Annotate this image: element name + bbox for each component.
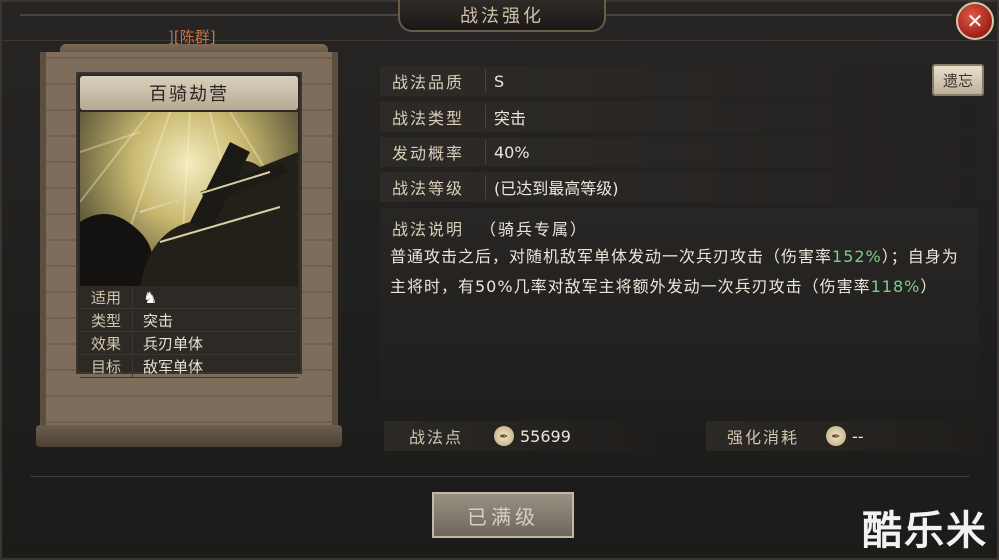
description-part3: ） xyxy=(920,277,938,296)
upgrade-cost-value: -- xyxy=(852,426,864,446)
type-row: 战法类型 突击 xyxy=(380,102,978,132)
prop-value: ♞ xyxy=(133,288,157,307)
skill-properties: 适用 ♞ 类型 突击 效果 兵刃单体 目标 敌军单体 xyxy=(80,286,298,378)
skill-card-art xyxy=(80,112,298,286)
prop-key: 目标 xyxy=(80,355,133,377)
description-header: 战法说明 （骑兵专属） xyxy=(392,216,588,240)
description-text: 普通攻击之后，对随机敌军单体发动一次兵刃攻击（伤害率152%）；自身为主将时，有… xyxy=(390,242,970,302)
description-part1: 普通攻击之后，对随机敌军单体发动一次兵刃攻击（伤害率 xyxy=(390,247,833,266)
close-icon: ✕ xyxy=(966,9,984,33)
skill-points-label: 战法点 xyxy=(408,428,463,447)
max-level-button[interactable]: 已满级 xyxy=(432,492,574,538)
rate-row: 发动概率 40% xyxy=(380,137,978,167)
rate-value: 40% xyxy=(494,142,530,162)
footer-divider xyxy=(30,476,970,477)
prop-row-type: 类型 突击 xyxy=(80,309,298,332)
damage-rate-1: 152% xyxy=(832,247,882,266)
coin-icon: ✒ xyxy=(826,426,846,446)
quality-value: S xyxy=(494,71,505,91)
prop-value: 兵刃单体 xyxy=(143,334,204,353)
upgrade-cost-box: 强化消耗 ✒ -- xyxy=(706,421,982,451)
title-ornament-right xyxy=(602,14,952,16)
prop-key: 类型 xyxy=(80,309,133,331)
damage-rate-2: 118% xyxy=(870,277,921,296)
type-label: 战法类型 xyxy=(380,105,486,129)
skill-points-value: 55699 xyxy=(520,426,571,446)
dialog-title: 战法强化 xyxy=(398,0,606,32)
upgrade-cost-label: 强化消耗 xyxy=(726,428,799,447)
prop-value: 突击 xyxy=(143,311,174,330)
general-name-tag: ][陈群] xyxy=(168,26,216,47)
description-panel: 战法说明 （骑兵专属） 普通攻击之后，对随机敌军单体发动一次兵刃攻击（伤害率152… xyxy=(380,208,978,408)
watermark-logo: 酷乐米 xyxy=(862,508,988,554)
close-button[interactable]: ✕ xyxy=(956,2,994,40)
level-row: 战法等级 (已达到最高等级) xyxy=(380,172,978,202)
level-value: (已达到最高等级) xyxy=(494,179,619,198)
description-subtitle: （骑兵专属） xyxy=(480,220,589,239)
type-value: 突击 xyxy=(494,109,527,128)
coin-icon: ✒ xyxy=(494,426,514,446)
prop-key: 效果 xyxy=(80,332,133,354)
scroll-bottom-rod xyxy=(36,425,342,447)
skill-card-title: 百骑劫营 xyxy=(80,76,298,110)
general-name: [陈群] xyxy=(173,28,216,46)
prop-row-target: 目标 敌军单体 xyxy=(80,355,298,378)
description-label: 战法说明 xyxy=(392,220,465,239)
skill-card: 百骑劫营 适用 ♞ 类型 突击 效果 兵刃单体 目标 敌军单体 xyxy=(76,72,302,378)
quality-row: 战法品质 S xyxy=(380,66,978,96)
level-label: 战法等级 xyxy=(380,175,486,199)
prop-row-effect: 效果 兵刃单体 xyxy=(80,332,298,355)
header-divider xyxy=(0,40,999,41)
title-ornament-left xyxy=(20,14,398,16)
quality-label: 战法品质 xyxy=(380,69,486,93)
prop-row-applicable: 适用 ♞ xyxy=(80,286,298,309)
prop-value: 敌军单体 xyxy=(143,357,204,376)
prop-key: 适用 xyxy=(80,286,133,308)
horse-icon: ♞ xyxy=(143,287,158,307)
skill-points-box: 战法点 ✒ 55699 xyxy=(384,421,654,451)
rate-label: 发动概率 xyxy=(380,140,486,164)
forget-button[interactable]: 遗忘 xyxy=(932,64,984,96)
cavalry-charge-illustration xyxy=(80,112,298,286)
